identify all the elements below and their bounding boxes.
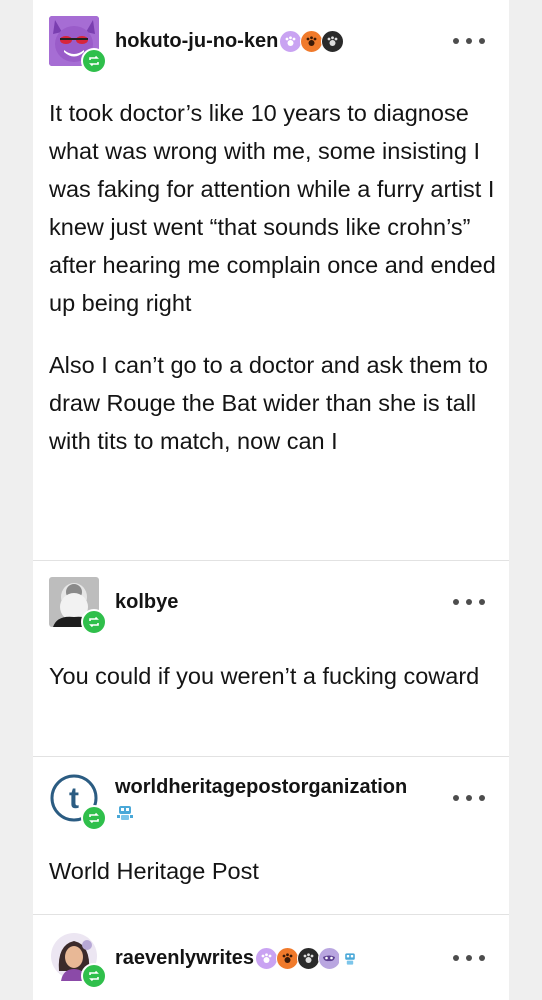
username-text[interactable]: raevenlywrites (115, 947, 254, 970)
badges (254, 947, 362, 970)
paw-badge-purple-icon[interactable] (254, 947, 278, 970)
username[interactable]: worldheritagepostorganization (115, 776, 407, 799)
more-options-icon[interactable] (453, 950, 485, 966)
badges (279, 30, 345, 53)
paw-badge-purple-icon[interactable] (279, 30, 303, 53)
more-options-icon[interactable] (453, 790, 485, 806)
robot-badge-icon[interactable] (338, 947, 362, 970)
paw-badge-orange-icon[interactable] (275, 947, 299, 970)
more-options-icon[interactable] (453, 33, 485, 49)
paw-badge-dark-icon[interactable] (321, 30, 345, 53)
avatar-kolbye-wrap[interactable] (49, 577, 107, 635)
username-text[interactable]: worldheritagepostorganization (115, 776, 407, 799)
avatar-worldheritage-wrap[interactable]: t (49, 773, 107, 831)
post-body: It took doctor’s like 10 years to diagno… (49, 94, 501, 460)
robot-badge-icon[interactable] (115, 803, 135, 828)
post-raevenly: raevenlywrites (33, 915, 509, 1000)
paragraph: World Heritage Post (49, 858, 259, 884)
username[interactable]: raevenlywrites (115, 947, 362, 970)
paragraph: Also I can’t go to a doctor and ask them… (49, 352, 488, 454)
more-options-icon[interactable] (453, 594, 485, 610)
post-body: World Heritage Post (49, 852, 501, 890)
post-hokuto: hokuto-ju-no-ken It took doctor’s like 1… (33, 0, 509, 560)
post-thread-card: hokuto-ju-no-ken It took doctor’s like 1… (33, 0, 509, 1000)
mask-badge-icon[interactable] (317, 947, 341, 970)
username-text[interactable]: kolbye (115, 591, 178, 614)
avatar-raevenly-wrap[interactable] (49, 931, 107, 989)
svg-text:t: t (69, 782, 79, 815)
paw-badge-dark-icon[interactable] (296, 947, 320, 970)
post-body: You could if you weren’t a fucking cowar… (49, 657, 501, 695)
paragraph: You could if you weren’t a fucking cowar… (49, 663, 480, 689)
username-text[interactable]: hokuto-ju-no-ken (115, 30, 278, 53)
username[interactable]: kolbye (115, 591, 178, 614)
username[interactable]: hokuto-ju-no-ken (115, 30, 345, 53)
post-worldheritage: t worldheritagepostorganization World He… (33, 757, 509, 914)
reblog-icon (81, 963, 107, 989)
paragraph: It took doctor’s like 10 years to diagno… (49, 100, 496, 316)
reblog-icon (81, 609, 107, 635)
reblog-icon (81, 48, 107, 74)
post-kolbye: kolbye You could if you weren’t a fuckin… (33, 561, 509, 756)
paw-badge-orange-icon[interactable] (300, 30, 324, 53)
avatar-hokuto-wrap[interactable] (49, 16, 107, 74)
reblog-icon (81, 805, 107, 831)
